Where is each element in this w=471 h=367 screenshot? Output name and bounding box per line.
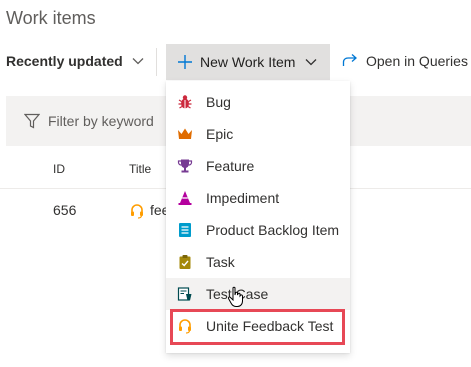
impediment-icon (178, 191, 192, 205)
menu-item-epic[interactable]: Epic (166, 118, 350, 150)
crown-icon (178, 128, 192, 139)
hand-cursor-icon (227, 286, 243, 307)
menu-item-feature[interactable]: Feature (166, 150, 350, 182)
chevron-down-icon (305, 59, 317, 66)
new-work-item-label: New Work Item (200, 54, 296, 70)
menu-item-label: Unite Feedback Test (206, 318, 334, 334)
page-title: Work items (6, 8, 96, 28)
menu-item-task[interactable]: Task (166, 246, 350, 278)
headset-icon (131, 204, 143, 219)
toolbar: Recently updated New Work Item Open in Q… (0, 44, 471, 82)
menu-item-unite-feedback-test[interactable]: Unite Feedback Test (166, 310, 350, 342)
menu-item-test-case[interactable]: Test Case (166, 278, 350, 310)
menu-item-label: Impediment (206, 190, 280, 206)
new-work-item-menu: Bug Epic Feature Impediment Product Back… (166, 81, 350, 353)
open-in-queries-button[interactable]: Open in Queries (342, 53, 468, 69)
menu-item-bug[interactable]: Bug (166, 86, 350, 118)
menu-item-label: Task (206, 254, 235, 270)
arrow-redirect-icon (342, 54, 357, 66)
trophy-icon (177, 159, 193, 173)
toolbar-divider (156, 48, 157, 76)
menu-item-label: Product Backlog Item (206, 222, 340, 238)
recently-updated-dropdown[interactable]: Recently updated (6, 53, 144, 69)
menu-item-label: Epic (206, 126, 234, 142)
filter-icon (24, 113, 40, 129)
open-in-queries-label: Open in Queries (366, 53, 468, 69)
column-header-id[interactable]: ID (53, 162, 65, 176)
chevron-down-icon (132, 58, 144, 65)
menu-item-label: Feature (206, 158, 255, 174)
headset-icon (179, 319, 191, 334)
row-id: 656 (53, 202, 77, 218)
bug-icon (178, 95, 192, 109)
test-case-icon (177, 287, 192, 301)
menu-item-product-backlog-item[interactable]: Product Backlog Item (166, 214, 350, 246)
clipboard-icon (179, 255, 191, 269)
backlog-item-icon (179, 223, 191, 237)
column-header-title[interactable]: Title (129, 162, 151, 176)
new-work-item-button[interactable]: New Work Item (166, 44, 330, 80)
menu-item-impediment[interactable]: Impediment (166, 182, 350, 214)
plus-icon (178, 55, 192, 69)
filter-input[interactable]: Filter by keyword (48, 113, 154, 129)
menu-item-label: Bug (206, 94, 231, 110)
recently-updated-label: Recently updated (6, 53, 123, 69)
